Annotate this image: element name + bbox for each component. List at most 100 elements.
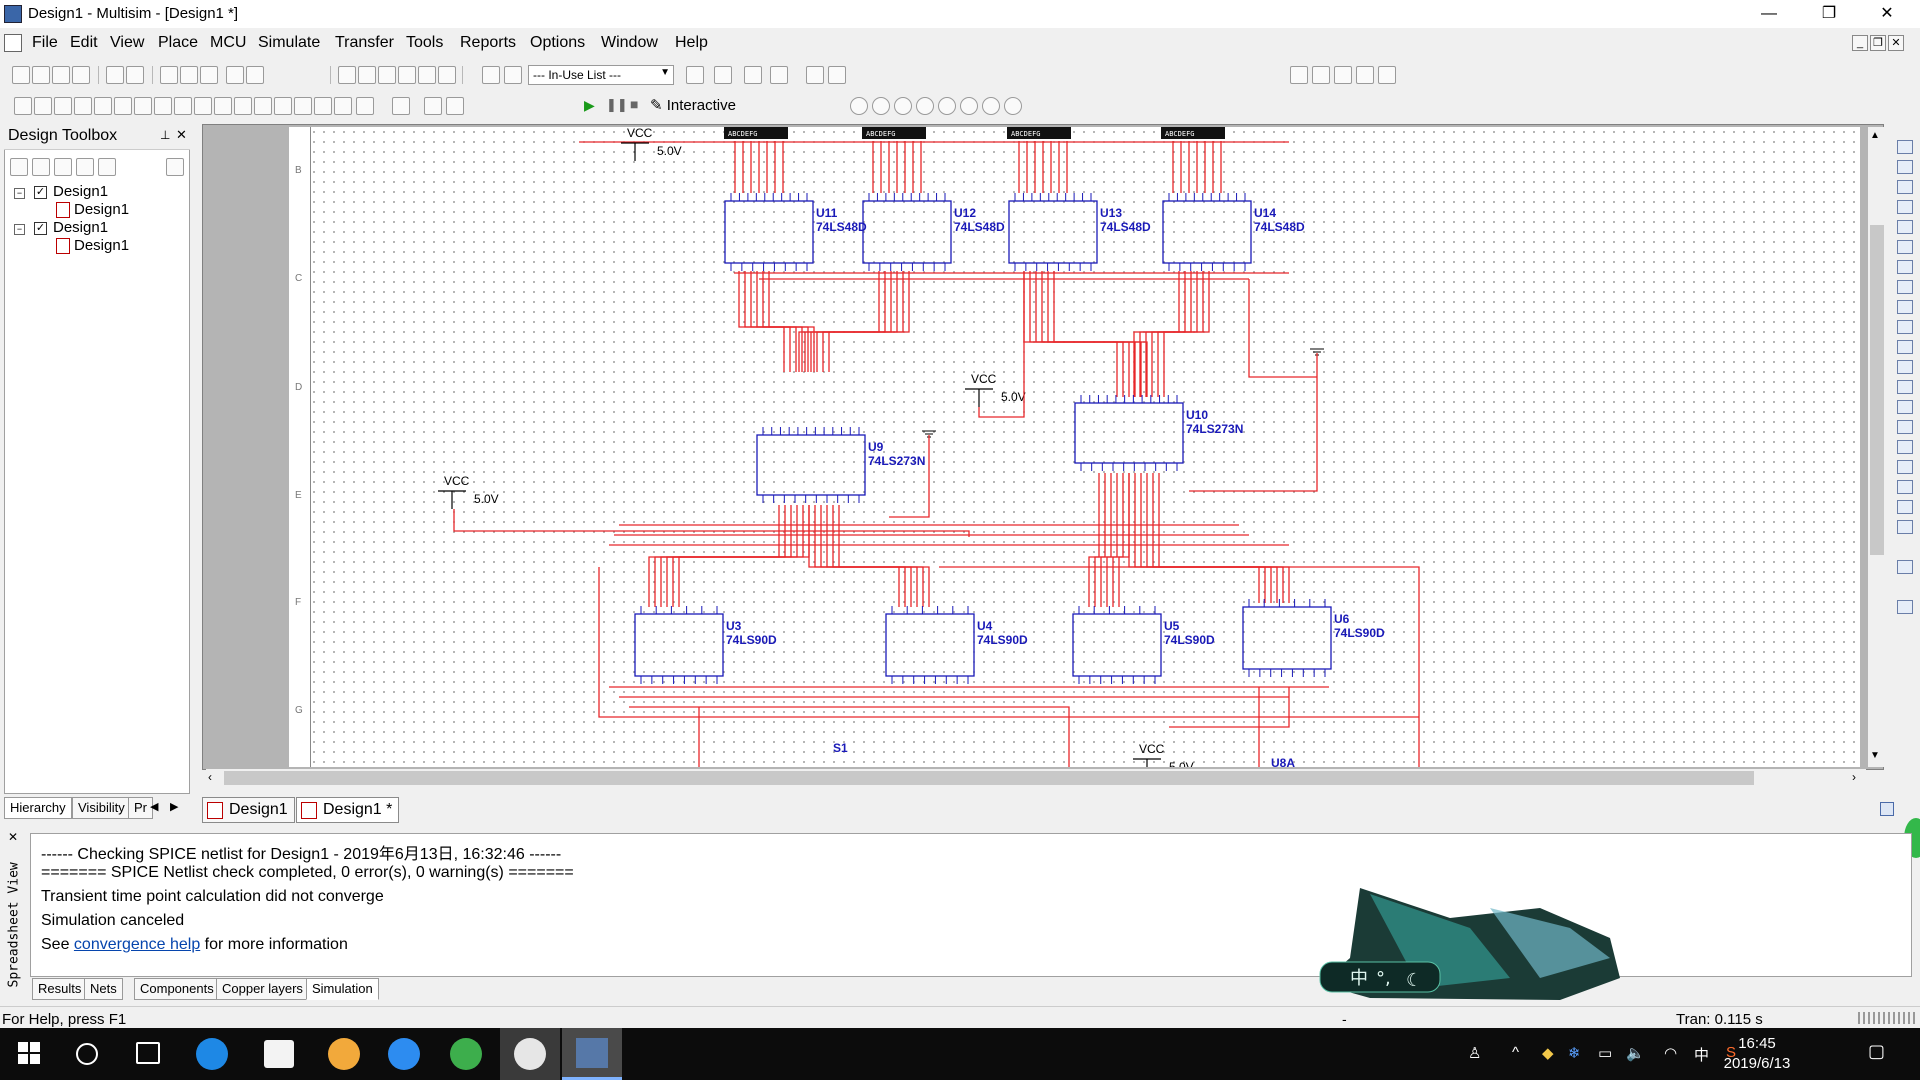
run-simulation-icon[interactable]: ▶ (584, 97, 595, 114)
forward-annotate-icon[interactable] (686, 66, 704, 84)
copy-icon[interactable] (180, 66, 198, 84)
zoom-out-icon[interactable] (1312, 66, 1330, 84)
horizontal-scrollbar-thumb[interactable] (224, 771, 1754, 785)
probe-voltage-reference-icon[interactable] (938, 97, 956, 115)
postprocessor-icon[interactable] (418, 66, 436, 84)
erc-icon[interactable] (438, 66, 456, 84)
probe-power-icon[interactable] (894, 97, 912, 115)
probe-differential-icon[interactable] (916, 97, 934, 115)
tab-visibility[interactable]: Visibility (72, 797, 131, 819)
collapse-icon[interactable]: − (14, 224, 25, 235)
doc-tab-design1[interactable]: Design1 (202, 797, 295, 823)
new-design-icon[interactable] (10, 158, 28, 176)
volume-icon[interactable]: 🔈 (1626, 1044, 1645, 1062)
place-advanced-peripherals-icon[interactable] (174, 97, 192, 115)
place-ni-icon[interactable] (334, 97, 352, 115)
new-file-icon[interactable] (12, 66, 30, 84)
scroll-down-icon[interactable]: ▼ (1870, 750, 1880, 761)
wifi-icon[interactable]: ◠ (1664, 1044, 1677, 1062)
place-cmos-icon[interactable] (134, 97, 152, 115)
windows-start-icon[interactable] (18, 1042, 40, 1064)
scroll-up-icon[interactable]: ▲ (1870, 130, 1880, 141)
pin-icon[interactable]: ⊥ (160, 128, 170, 142)
tray-app-icon[interactable]: ◆ (1542, 1044, 1554, 1062)
firefox-icon[interactable] (328, 1038, 360, 1070)
place-analog-icon[interactable] (94, 97, 112, 115)
wattmeter-icon[interactable] (1897, 180, 1913, 194)
menu-options[interactable]: Options (530, 34, 585, 52)
four-channel-oscilloscope-icon[interactable] (1897, 220, 1913, 234)
people-icon[interactable]: ♙ (1468, 1044, 1481, 1062)
stop-simulation-icon[interactable]: ■ (630, 96, 638, 112)
close-button[interactable]: ✕ (1864, 0, 1910, 28)
tree-design-sheet-2[interactable]: Design1 (74, 237, 129, 254)
new-sheet-icon[interactable] (76, 158, 94, 176)
multimeter-icon[interactable] (1897, 140, 1913, 154)
chevron-left-icon[interactable]: ◀ (150, 800, 158, 813)
find-examples-icon[interactable] (806, 66, 824, 84)
menu-window[interactable]: Window (601, 34, 658, 52)
open-design-icon[interactable] (32, 158, 50, 176)
open-sample-icon[interactable] (52, 66, 70, 84)
visibility-checkbox[interactable]: ✓ (34, 222, 47, 235)
agilent-generator-icon[interactable] (1897, 420, 1913, 434)
pause-simulation-icon[interactable]: ❚❚ (606, 97, 628, 113)
chevron-up-icon[interactable]: ^ (1512, 1044, 1519, 1061)
tree-design-root-1[interactable]: Design1 (53, 183, 108, 200)
measurement-probe-icon[interactable] (1897, 600, 1913, 614)
print-icon[interactable] (106, 66, 124, 84)
search-icon[interactable] (76, 1043, 98, 1065)
tab-components[interactable]: Components (134, 978, 220, 1000)
capture-screen-icon[interactable] (504, 66, 522, 84)
place-transistor-icon[interactable] (74, 97, 92, 115)
menu-edit[interactable]: Edit (70, 34, 98, 52)
function-generator-icon[interactable] (1897, 160, 1913, 174)
spectrum-analyzer-icon[interactable] (1897, 380, 1913, 394)
database-manager-icon[interactable] (378, 66, 396, 84)
close-icon[interactable]: ✕ (8, 830, 18, 844)
battery-icon[interactable]: ▭ (1598, 1044, 1612, 1062)
menu-help[interactable]: Help (675, 34, 708, 52)
snowflake-icon[interactable]: ❄ (1568, 1044, 1581, 1062)
collapse-icon[interactable]: − (14, 188, 25, 199)
save-icon[interactable] (72, 66, 90, 84)
place-source-icon[interactable] (14, 97, 32, 115)
ni-elvis-icon[interactable] (1897, 520, 1913, 534)
task-view-icon[interactable] (136, 1042, 160, 1064)
logic-converter-icon[interactable] (1897, 300, 1913, 314)
tab-hierarchy[interactable]: Hierarchy (4, 797, 72, 819)
menu-reports[interactable]: Reports (460, 34, 516, 52)
menu-transfer[interactable]: Transfer (335, 34, 394, 52)
doc-tab-design1-modified[interactable]: Design1 * (296, 797, 400, 823)
360-browser-icon[interactable] (450, 1038, 482, 1070)
place-ttl-icon[interactable] (114, 97, 132, 115)
chevron-right-icon[interactable]: ▶ (170, 800, 178, 813)
qq-browser-icon[interactable] (388, 1038, 420, 1070)
ime-skin-widget[interactable]: 中 °, ☾ (1310, 888, 1630, 1000)
resize-grip-icon[interactable] (1858, 1012, 1916, 1024)
place-misc-digital-icon[interactable] (194, 97, 212, 115)
spreadsheet-icon[interactable] (358, 66, 376, 84)
convergence-help-link[interactable]: convergence help (74, 936, 200, 953)
ime-indicator[interactable]: 中 (1694, 1044, 1709, 1065)
word-generator-icon[interactable] (1897, 280, 1913, 294)
place-electromechanical-icon[interactable] (314, 97, 332, 115)
in-use-list-dropdown[interactable]: --- In-Use List --- ▼ (528, 65, 674, 85)
agilent-oscilloscope-icon[interactable] (1897, 460, 1913, 474)
place-misc-icon[interactable] (274, 97, 292, 115)
tab-nets[interactable]: Nets (84, 978, 123, 1000)
minimize-button[interactable]: — (1746, 0, 1792, 28)
labview-instrument-icon[interactable] (1897, 500, 1913, 514)
schematic-sheet[interactable]: ABCDEFG ABCDEFG ABCDEFG ABCDEFG U11 74LS48D U1… (289, 127, 1860, 767)
open-file-icon[interactable] (32, 66, 50, 84)
place-indicator-icon[interactable] (234, 97, 252, 115)
zoom-fit-icon[interactable] (1356, 66, 1374, 84)
zoom-area-icon[interactable] (1334, 66, 1352, 84)
tree-design-sheet-1[interactable]: Design1 (74, 201, 129, 218)
place-basic-icon[interactable] (34, 97, 52, 115)
zoom-in-icon[interactable] (1290, 66, 1308, 84)
tektronix-oscilloscope-icon[interactable] (1897, 480, 1913, 494)
place-mcu-icon[interactable] (154, 97, 172, 115)
menu-mcu[interactable]: MCU (210, 34, 246, 52)
close-icon[interactable]: ✕ (176, 127, 187, 143)
